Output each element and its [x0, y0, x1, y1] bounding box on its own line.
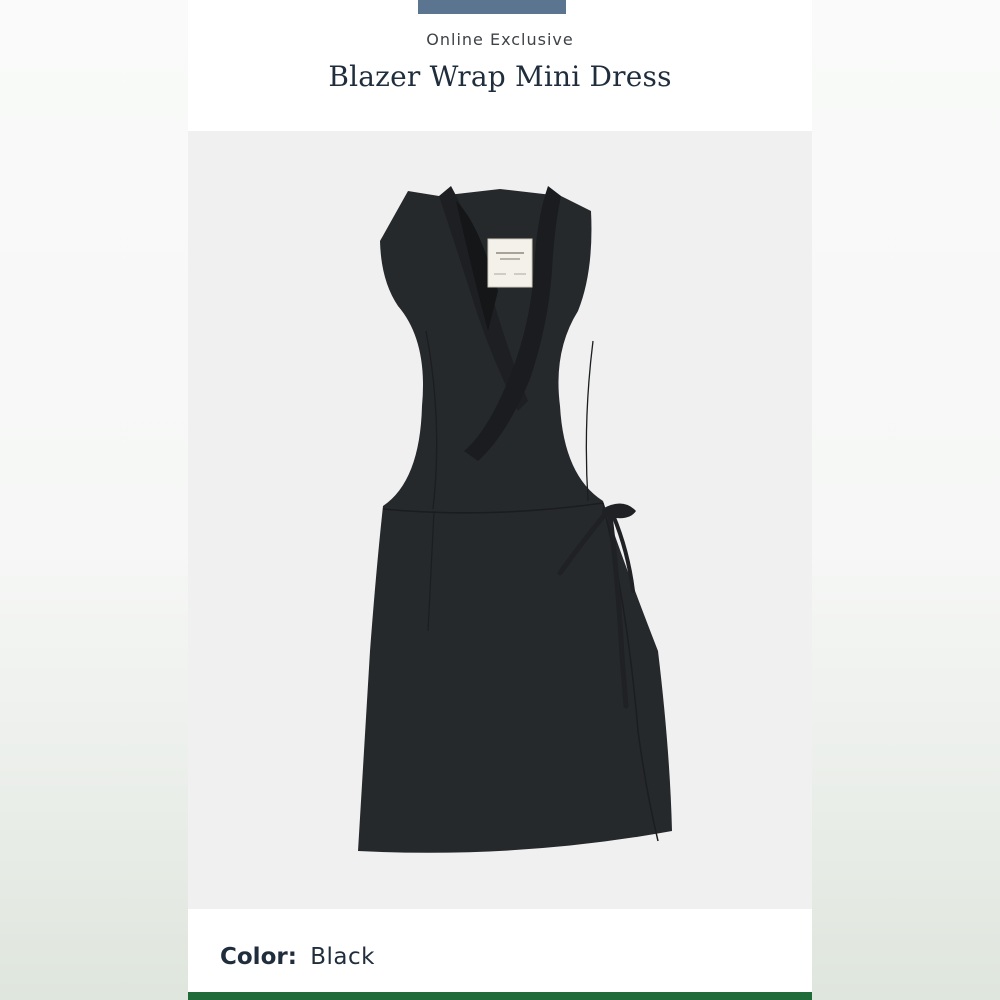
product-title: Blazer Wrap Mini Dress — [328, 60, 672, 93]
product-image[interactable] — [188, 131, 812, 909]
color-row: Color: Black — [220, 944, 375, 970]
top-tab[interactable] — [418, 0, 566, 14]
dress-body — [358, 189, 672, 853]
online-exclusive-badge: Online Exclusive — [426, 30, 574, 49]
color-label: Color: — [220, 944, 297, 970]
bottom-bar[interactable] — [188, 992, 812, 1000]
product-panel: Online Exclusive Blazer Wrap Mini Dress — [188, 0, 812, 1000]
color-value: Black — [310, 944, 375, 970]
brand-label — [487, 238, 533, 288]
dress-illustration — [358, 186, 672, 853]
